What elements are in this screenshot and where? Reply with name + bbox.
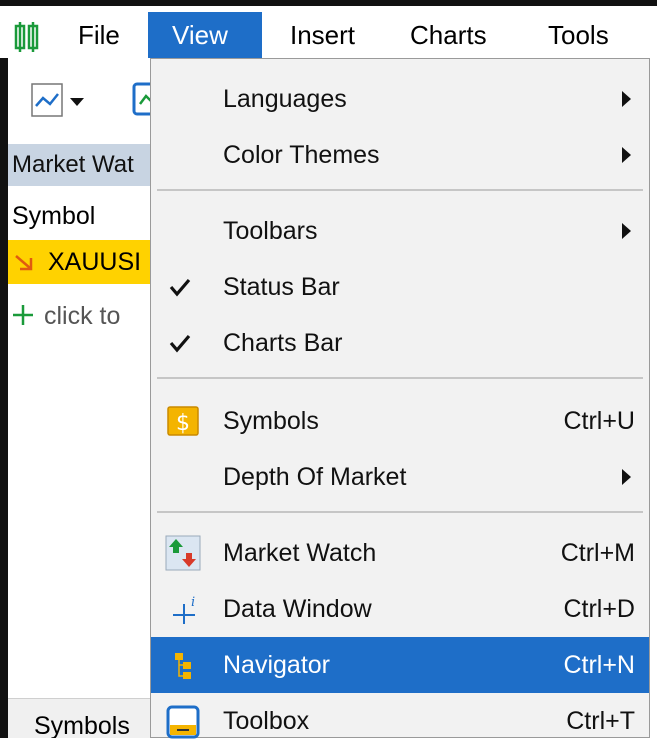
menu-item-depth-of-market[interactable]: Depth Of Market <box>151 449 649 505</box>
navigator-icon <box>175 653 191 679</box>
menu-item-shortcut: Ctrl+M <box>560 539 635 567</box>
plus-icon <box>13 305 33 325</box>
menu-item-label: Toolbox <box>223 707 310 735</box>
checkmark-icon <box>169 278 191 297</box>
menu-item-navigator[interactable]: Navigator Ctrl+N <box>151 637 649 693</box>
menu-tools[interactable]: Tools <box>536 12 621 58</box>
menu-separator <box>157 511 643 513</box>
menu-item-toolbox[interactable]: Toolbox Ctrl+T <box>151 693 649 749</box>
menu-item-label: Color Themes <box>223 141 380 169</box>
line-chart-icon[interactable] <box>30 80 88 120</box>
menu-view[interactable]: View <box>148 12 262 58</box>
menu-item-shortcut: Ctrl+N <box>563 651 635 679</box>
menu-item-label: Toolbars <box>223 217 318 245</box>
menu-item-status-bar[interactable]: Status Bar <box>151 259 649 315</box>
menu-bar: File View Insert Charts Tools <box>0 0 657 58</box>
tab-symbols[interactable]: Symbols <box>8 698 168 738</box>
menu-item-label: Depth Of Market <box>223 463 407 491</box>
toolbar <box>8 58 168 145</box>
menu-separator <box>157 189 643 191</box>
svg-text:$: $ <box>176 411 190 436</box>
menu-item-shortcut: Ctrl+T <box>566 707 635 735</box>
submenu-arrow-icon <box>622 469 631 485</box>
menu-file[interactable]: File <box>66 12 132 58</box>
menu-insert[interactable]: Insert <box>278 12 367 58</box>
checkmark-icon <box>169 334 191 353</box>
menu-item-label: Languages <box>223 85 347 113</box>
app-logo-icon <box>14 22 39 52</box>
view-dropdown-menu: Languages Color Themes Toolbars Status B… <box>150 58 650 739</box>
menu-item-shortcut: Ctrl+U <box>563 407 635 435</box>
submenu-arrow-icon <box>622 91 631 107</box>
menu-item-toolbars[interactable]: Toolbars <box>151 203 649 259</box>
menu-charts[interactable]: Charts <box>398 12 499 58</box>
menu-item-languages[interactable]: Languages <box>151 71 649 127</box>
menu-item-label: Data Window <box>223 595 372 623</box>
menu-item-label: Symbols <box>223 407 319 435</box>
add-symbol-hint: click to <box>44 302 121 330</box>
menu-item-label: Navigator <box>223 651 330 679</box>
menu-item-label: Market Watch <box>223 539 377 567</box>
crosshair-icon: i <box>173 595 195 624</box>
symbol-name: XAUUSI <box>48 248 142 276</box>
menu-item-shortcut: Ctrl+D <box>563 595 635 623</box>
menu-item-label: Charts Bar <box>223 329 343 357</box>
svg-text:i: i <box>191 595 195 610</box>
market-watch-icon <box>165 535 201 571</box>
submenu-arrow-icon <box>622 147 631 163</box>
symbol-column-header[interactable]: Symbol <box>8 196 168 236</box>
dollar-icon: $ <box>167 406 199 436</box>
menu-item-data-window[interactable]: i Data Window Ctrl+D <box>151 581 649 637</box>
menu-item-market-watch[interactable]: Market Watch Ctrl+M <box>151 525 649 581</box>
market-watch-title: Market Wat <box>8 144 168 186</box>
add-symbol-row[interactable]: click to <box>8 296 168 336</box>
menu-item-label: Status Bar <box>223 273 340 301</box>
submenu-arrow-icon <box>622 223 631 239</box>
toolbox-icon <box>166 705 200 739</box>
menu-item-symbols[interactable]: $ Symbols Ctrl+U <box>151 393 649 449</box>
down-arrow-icon <box>15 255 33 271</box>
menu-separator <box>157 377 643 379</box>
menu-item-color-themes[interactable]: Color Themes <box>151 127 649 183</box>
menu-item-charts-bar[interactable]: Charts Bar <box>151 315 649 371</box>
table-row[interactable]: XAUUSI <box>8 240 168 284</box>
